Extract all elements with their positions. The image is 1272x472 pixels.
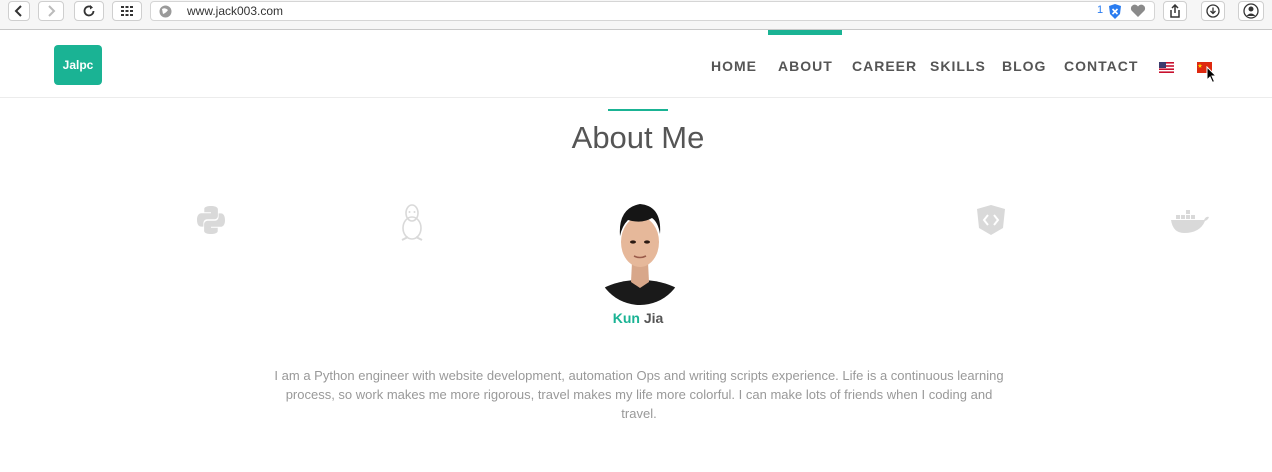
- bio-text: I am a Python engineer with website deve…: [274, 368, 1004, 421]
- nav-about[interactable]: ABOUT: [778, 58, 833, 74]
- first-name: Kun: [612, 310, 640, 326]
- nav-career[interactable]: CAREER: [852, 58, 917, 74]
- last-name: Jia: [643, 310, 664, 326]
- site-logo[interactable]: Jalpc: [54, 45, 102, 85]
- nav-skills[interactable]: SKILLS: [930, 58, 986, 74]
- profile-avatar: [596, 200, 684, 305]
- profile-photo: [596, 200, 684, 305]
- chevron-right-icon: [48, 5, 56, 17]
- linux-icon: [401, 204, 423, 241]
- python-icon: [197, 206, 225, 234]
- download-icon: [1206, 4, 1220, 18]
- browser-toolbar: www.jack003.com 1: [0, 0, 1272, 30]
- chevron-left-icon: [14, 5, 22, 17]
- profile-button[interactable]: [1238, 1, 1264, 21]
- profile-name: Kun Jia: [0, 310, 1272, 326]
- code-icon: [977, 205, 1005, 235]
- grid-icon: [121, 6, 133, 16]
- heart-icon[interactable]: [1130, 4, 1146, 18]
- url-text: www.jack003.com: [187, 4, 284, 18]
- share-button[interactable]: [1163, 1, 1187, 21]
- reload-icon: [83, 5, 95, 17]
- docker-icon: [1171, 210, 1209, 233]
- grid-button[interactable]: [112, 1, 142, 21]
- extension-count: 1: [1097, 4, 1104, 16]
- share-icon: [1170, 4, 1180, 18]
- site-header: Jalpc HOME ABOUT CAREER SKILLS BLOG CONT…: [0, 30, 1272, 98]
- forward-button[interactable]: [38, 1, 64, 21]
- shield-icon[interactable]: [1108, 4, 1122, 19]
- user-icon: [1243, 3, 1259, 19]
- title-accent-bar: [608, 109, 668, 111]
- site-icon: [159, 5, 172, 18]
- address-bar[interactable]: www.jack003.com 1: [150, 1, 1155, 21]
- reload-button[interactable]: [74, 1, 104, 21]
- us-flag-icon[interactable]: [1159, 62, 1174, 73]
- nav-contact[interactable]: CONTACT: [1064, 58, 1138, 74]
- nav-home[interactable]: HOME: [711, 58, 757, 74]
- section-title: About Me: [571, 120, 705, 155]
- downloads-button[interactable]: [1201, 1, 1225, 21]
- active-nav-indicator: [768, 30, 842, 35]
- back-button[interactable]: [8, 1, 30, 21]
- nav-blog[interactable]: BLOG: [1002, 58, 1046, 74]
- mouse-cursor-icon: [1206, 66, 1218, 84]
